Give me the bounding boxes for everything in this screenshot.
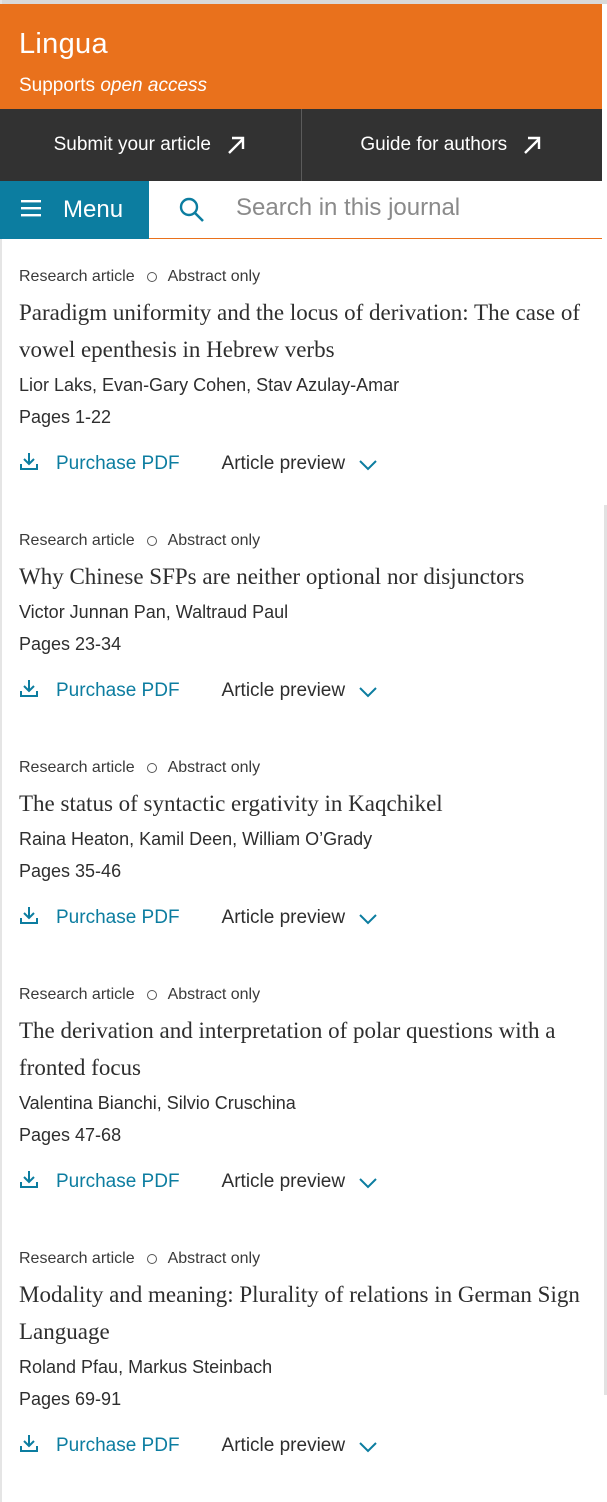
open-access-note: Supports open access [19, 75, 207, 97]
article-preview-label: Article preview [221, 680, 346, 701]
author-actions-bar: Submit your article Guide for authors [0, 109, 602, 181]
journal-nav: Menu Search in this journal [0, 181, 602, 239]
purchase-pdf-label: Purchase PDF [56, 1171, 180, 1192]
access-type: Abstract only [167, 1250, 261, 1267]
article-authors: Lior Laks, Evan-Gary Cohen, Stav Azulay-… [19, 375, 400, 395]
submit-article-button[interactable]: Submit your article [0, 109, 301, 181]
article-item: Research article Abstract only The statu… [19, 757, 594, 929]
article-title[interactable]: Why Chinese SFPs are neither optional no… [19, 558, 594, 595]
chevron-down-icon [358, 909, 378, 931]
article-title[interactable]: Paradigm uniformity and the locus of der… [19, 294, 594, 368]
article-actions: Purchase PDF Article preview [19, 453, 594, 475]
purchase-pdf-link[interactable]: Purchase PDF [19, 905, 180, 931]
article-preview-label: Article preview [221, 453, 346, 474]
article-item: Research article Abstract only Modality … [19, 1248, 594, 1457]
search-icon[interactable] [178, 196, 206, 229]
purchase-pdf-label: Purchase PDF [56, 1435, 180, 1456]
article-meta: Research article Abstract only [19, 266, 594, 288]
chevron-down-icon [358, 1437, 378, 1459]
article-actions: Purchase PDF Article preview [19, 907, 594, 929]
article-meta: Research article Abstract only [19, 530, 594, 552]
separator-dot-icon [146, 1254, 157, 1264]
article-type: Research article [19, 759, 135, 776]
article-type: Research article [19, 986, 135, 1003]
article-actions: Purchase PDF Article preview [19, 680, 594, 702]
menu-label: Menu [63, 196, 124, 223]
article-pages: Pages 35-46 [19, 861, 122, 881]
article-meta: Research article Abstract only [19, 757, 594, 779]
journal-masthead: Lingua Supports open access [0, 4, 602, 109]
download-icon [19, 1433, 39, 1459]
article-item: Research article Abstract only The deriv… [19, 984, 594, 1193]
download-icon [19, 678, 39, 704]
guide-for-authors-button[interactable]: Guide for authors [300, 109, 603, 181]
download-icon [19, 1169, 39, 1195]
guide-for-authors-label: Guide for authors [360, 134, 508, 155]
article-authors: Roland Pfau, Markus Steinbach [19, 1357, 273, 1377]
submit-article-label: Submit your article [53, 134, 211, 155]
hamburger-icon [21, 196, 41, 224]
access-type: Abstract only [167, 759, 261, 776]
article-title[interactable]: Modality and meaning: Plurality of relat… [19, 1276, 594, 1350]
purchase-pdf-label: Purchase PDF [56, 907, 180, 928]
download-icon [19, 905, 39, 931]
article-preview-toggle[interactable]: Article preview [222, 451, 379, 477]
article-preview-toggle[interactable]: Article preview [222, 1169, 379, 1195]
journal-title[interactable]: Lingua [19, 28, 108, 61]
purchase-pdf-label: Purchase PDF [56, 453, 180, 474]
download-icon [19, 451, 39, 477]
purchase-pdf-link[interactable]: Purchase PDF [19, 451, 180, 477]
article-authors: Raina Heaton, Kamil Deen, William O’Grad… [19, 829, 373, 849]
separator-dot-icon [146, 763, 157, 773]
separator-dot-icon [146, 536, 157, 546]
article-type: Research article [19, 532, 135, 549]
article-preview-label: Article preview [221, 1435, 346, 1456]
article-item: Research article Abstract only Why Chine… [19, 530, 594, 702]
purchase-pdf-label: Purchase PDF [56, 680, 180, 701]
chevron-down-icon [358, 455, 378, 477]
chevron-down-icon [358, 682, 378, 704]
menu-button[interactable]: Menu [0, 181, 149, 239]
supports-prefix: Supports [19, 75, 96, 96]
access-type: Abstract only [167, 532, 261, 549]
article-pages: Pages 47-68 [19, 1125, 122, 1145]
external-arrow-icon [225, 134, 247, 156]
article-authors: Valentina Bianchi, Silvio Cruschina [19, 1093, 296, 1113]
separator-dot-icon [146, 990, 157, 1000]
article-preview-label: Article preview [221, 907, 346, 928]
article-meta: Research article Abstract only [19, 1248, 594, 1270]
separator-dot-icon [146, 272, 157, 282]
external-arrow-icon [521, 134, 543, 156]
article-preview-toggle[interactable]: Article preview [222, 1433, 379, 1459]
access-type: Abstract only [167, 986, 261, 1003]
article-type: Research article [19, 1250, 135, 1267]
article-pages: Pages 1-22 [19, 407, 112, 427]
article-pages: Pages 69-91 [19, 1389, 122, 1409]
article-pages: Pages 23-34 [19, 634, 122, 654]
purchase-pdf-link[interactable]: Purchase PDF [19, 1433, 180, 1459]
purchase-pdf-link[interactable]: Purchase PDF [19, 678, 180, 704]
article-preview-label: Article preview [221, 1171, 346, 1192]
article-preview-toggle[interactable]: Article preview [222, 905, 379, 931]
access-type: Abstract only [167, 268, 261, 285]
article-type: Research article [19, 268, 135, 285]
article-title[interactable]: The derivation and interpretation of pol… [19, 1012, 594, 1086]
article-title[interactable]: The status of syntactic ergativity in Ka… [19, 785, 594, 822]
search-input[interactable]: Search in this journal [236, 194, 460, 222]
purchase-pdf-link[interactable]: Purchase PDF [19, 1169, 180, 1195]
article-preview-toggle[interactable]: Article preview [222, 678, 379, 704]
article-actions: Purchase PDF Article preview [19, 1435, 594, 1457]
article-authors: Victor Junnan Pan, Waltraud Paul [19, 602, 289, 622]
open-access-label: open access [100, 75, 208, 96]
article-meta: Research article Abstract only [19, 984, 594, 1006]
article-item: Research article Abstract only Paradigm … [19, 266, 594, 475]
chevron-down-icon [358, 1173, 378, 1195]
article-actions: Purchase PDF Article preview [19, 1171, 594, 1193]
